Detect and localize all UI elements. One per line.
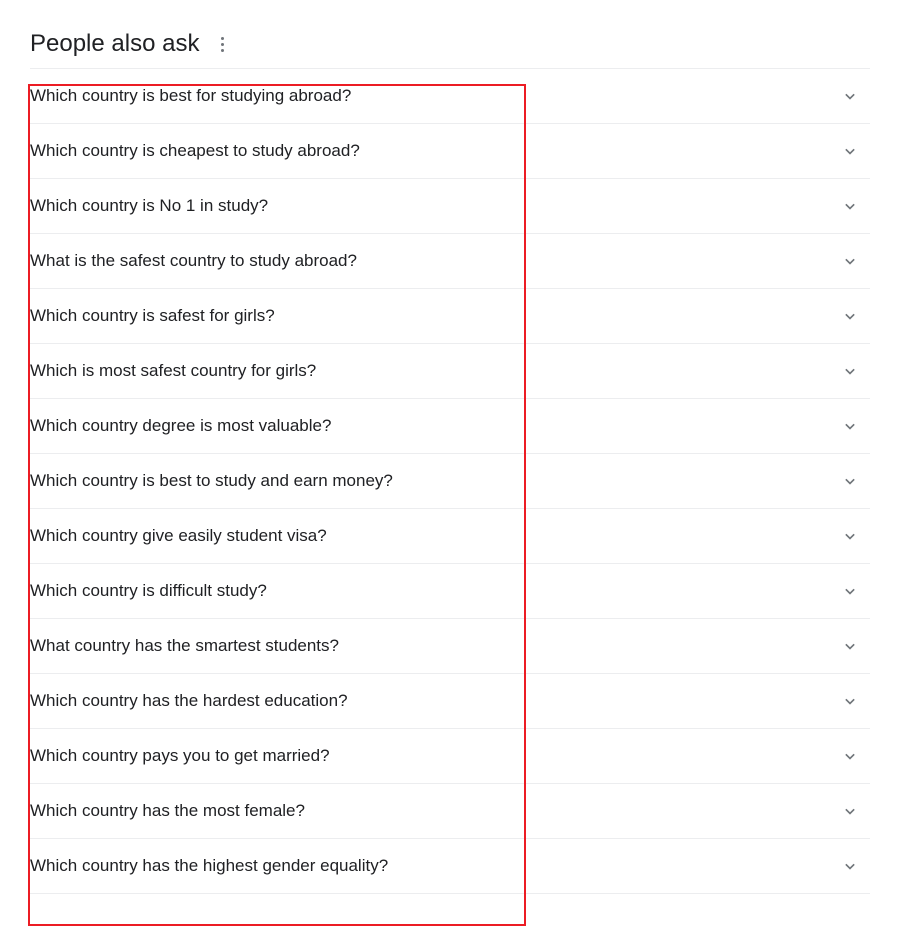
paa-question-text: What country has the smartest students? <box>30 635 339 657</box>
paa-question-text: Which country is best to study and earn … <box>30 470 393 492</box>
paa-question-text: Which country is cheapest to study abroa… <box>30 140 360 162</box>
paa-question-text: Which country has the hardest education? <box>30 690 348 712</box>
paa-question-text: Which country give easily student visa? <box>30 525 327 547</box>
people-also-ask-heading: People also ask <box>30 30 199 58</box>
paa-question-text: Which country has the highest gender equ… <box>30 855 388 877</box>
paa-item[interactable]: Which country is difficult study? <box>30 564 870 619</box>
chevron-down-icon <box>840 581 860 601</box>
chevron-down-icon <box>840 526 860 546</box>
chevron-down-icon <box>840 361 860 381</box>
paa-item[interactable]: Which country give easily student visa? <box>30 509 870 564</box>
paa-item[interactable]: Which country is cheapest to study abroa… <box>30 124 870 179</box>
paa-item[interactable]: What country has the smartest students? <box>30 619 870 674</box>
chevron-down-icon <box>840 416 860 436</box>
chevron-down-icon <box>840 636 860 656</box>
paa-item[interactable]: Which is most safest country for girls? <box>30 344 870 399</box>
chevron-down-icon <box>840 141 860 161</box>
paa-question-text: Which is most safest country for girls? <box>30 360 316 382</box>
paa-question-text: Which country has the most female? <box>30 800 305 822</box>
paa-item[interactable]: Which country is safest for girls? <box>30 289 870 344</box>
chevron-down-icon <box>840 801 860 821</box>
paa-question-text: Which country is safest for girls? <box>30 305 275 327</box>
paa-question-text: Which country pays you to get married? <box>30 745 330 767</box>
paa-question-text: Which country is No 1 in study? <box>30 195 268 217</box>
paa-item[interactable]: Which country has the most female? <box>30 784 870 839</box>
paa-item[interactable]: What is the safest country to study abro… <box>30 234 870 289</box>
paa-question-text: What is the safest country to study abro… <box>30 250 357 272</box>
paa-item[interactable]: Which country is No 1 in study? <box>30 179 870 234</box>
paa-item[interactable]: Which country pays you to get married? <box>30 729 870 784</box>
chevron-down-icon <box>840 746 860 766</box>
paa-item[interactable]: Which country is best for studying abroa… <box>30 69 870 124</box>
more-options-icon[interactable] <box>213 33 231 56</box>
chevron-down-icon <box>840 306 860 326</box>
chevron-down-icon <box>840 196 860 216</box>
paa-item[interactable]: Which country is best to study and earn … <box>30 454 870 509</box>
paa-item[interactable]: Which country degree is most valuable? <box>30 399 870 454</box>
paa-question-text: Which country is best for studying abroa… <box>30 85 351 107</box>
paa-question-text: Which country is difficult study? <box>30 580 267 602</box>
chevron-down-icon <box>840 856 860 876</box>
paa-item[interactable]: Which country has the highest gender equ… <box>30 839 870 894</box>
paa-item[interactable]: Which country has the hardest education? <box>30 674 870 729</box>
paa-question-text: Which country degree is most valuable? <box>30 415 331 437</box>
chevron-down-icon <box>840 691 860 711</box>
chevron-down-icon <box>840 86 860 106</box>
chevron-down-icon <box>840 251 860 271</box>
people-also-ask-list: Which country is best for studying abroa… <box>30 68 870 894</box>
chevron-down-icon <box>840 471 860 491</box>
